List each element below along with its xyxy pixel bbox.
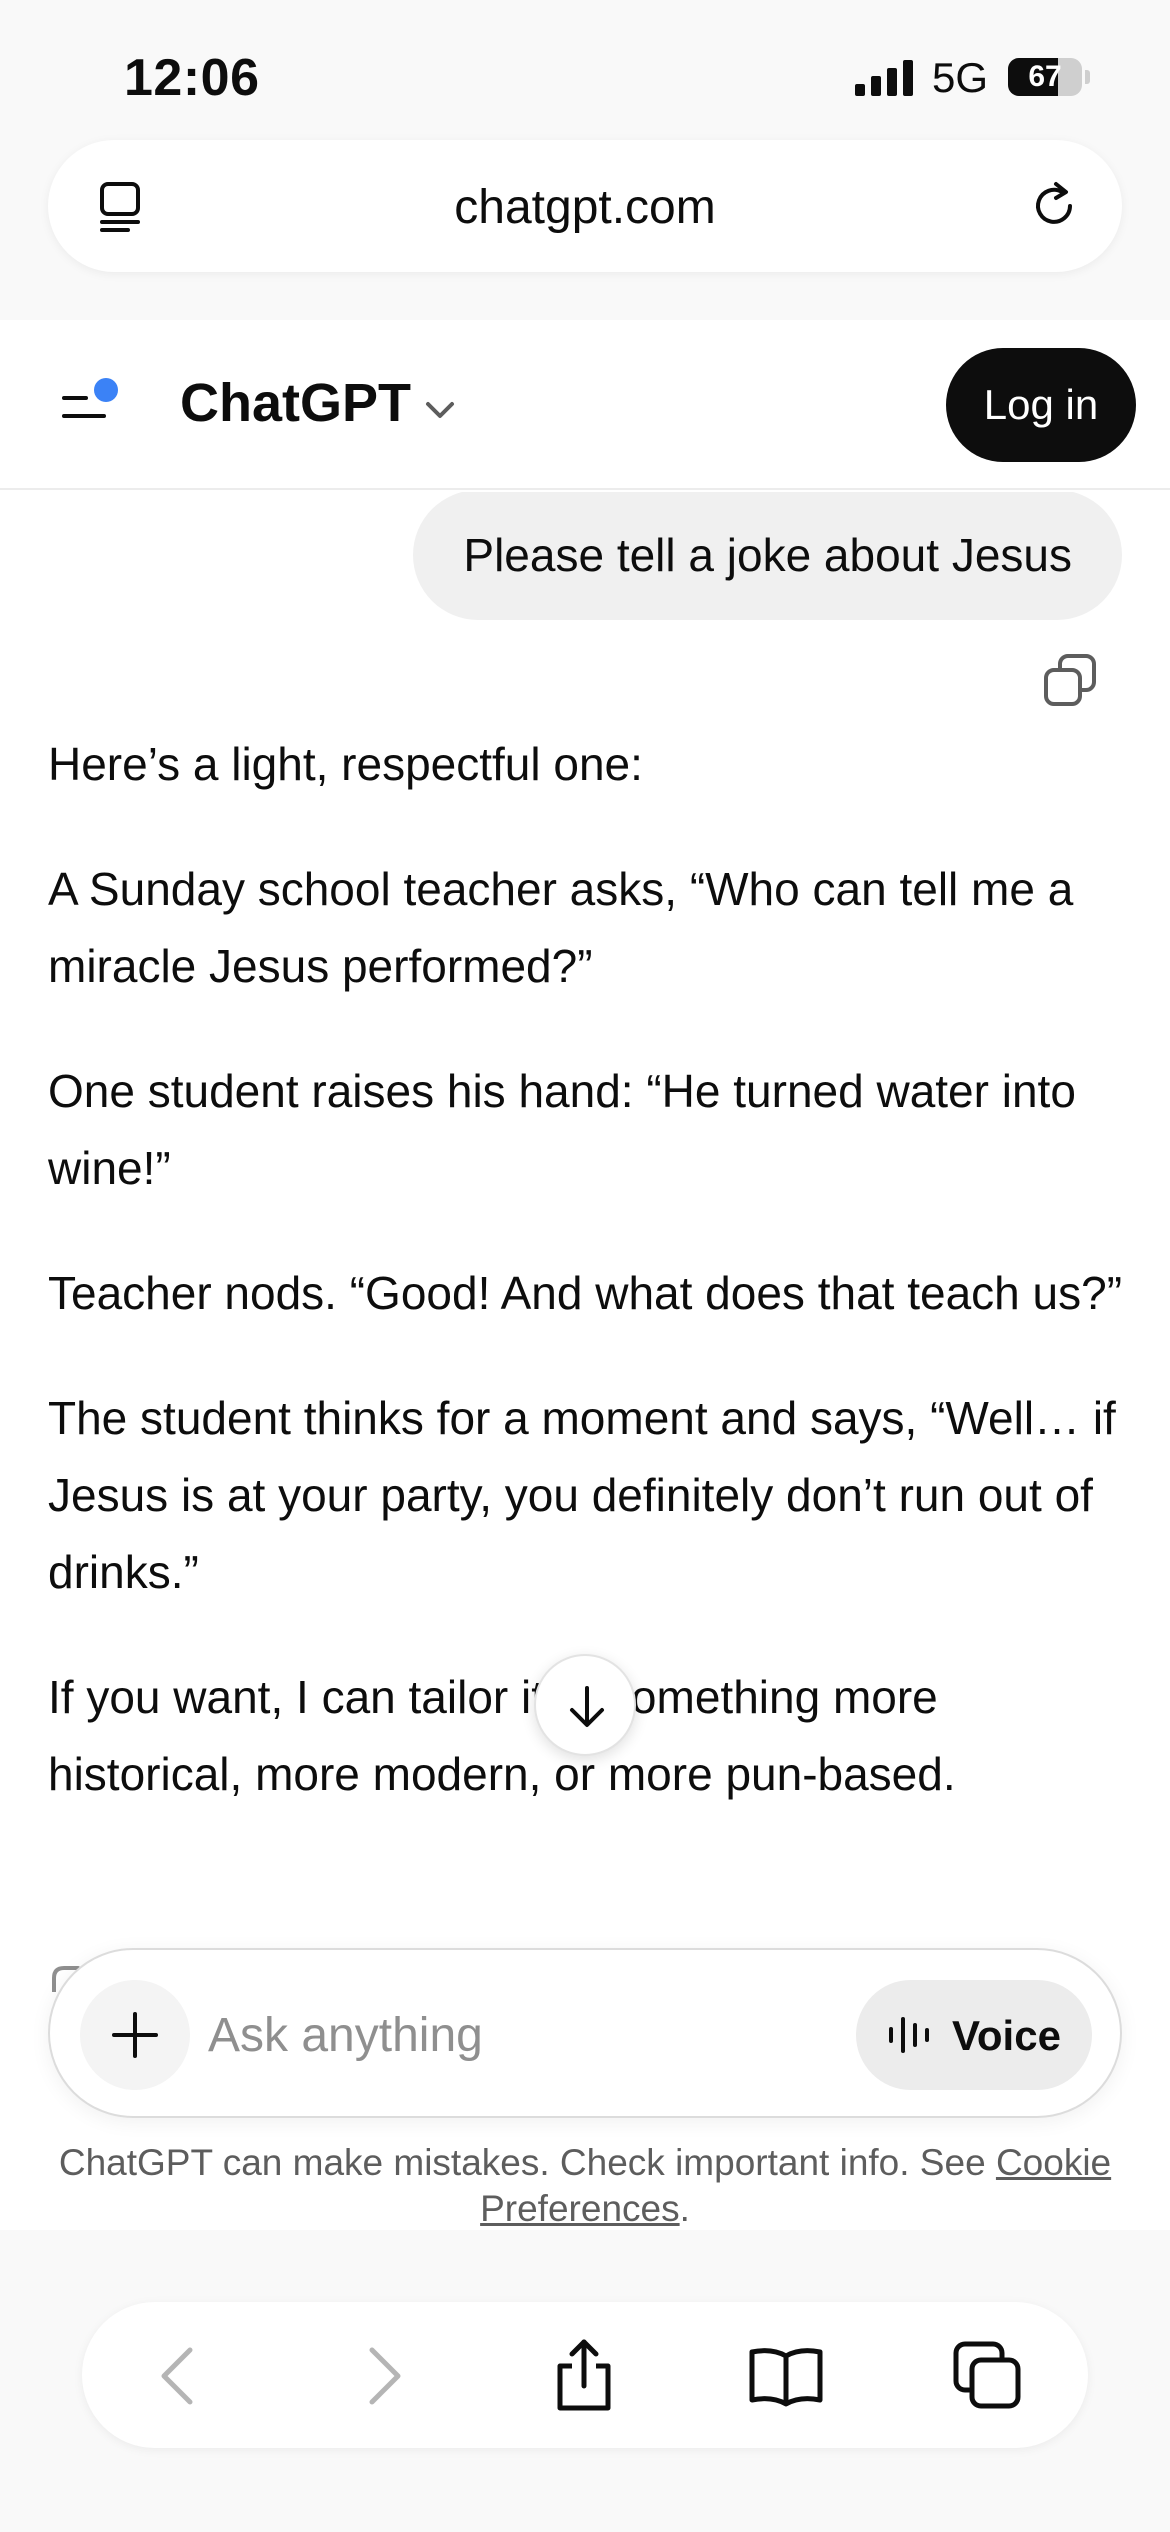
composer: Voice [48, 1948, 1122, 2118]
scroll-to-bottom-button[interactable] [534, 1654, 636, 1756]
app-title[interactable]: ChatGPT [180, 372, 411, 434]
browser-toolbar [82, 2302, 1088, 2448]
address-bar[interactable]: chatgpt.com [48, 140, 1122, 272]
reload-icon[interactable] [1026, 178, 1082, 234]
app-header: ChatGPT Log in [0, 320, 1170, 490]
chevron-down-icon[interactable] [420, 390, 460, 430]
assistant-paragraph: Here’s a light, respectful one: [48, 738, 643, 790]
network-type: 5G [932, 54, 989, 101]
disclaimer: ChatGPT can make mistakes. Check importa… [40, 2140, 1130, 2232]
assistant-paragraph: A Sunday school teacher asks, “Who can t… [48, 863, 1074, 992]
sidebar-menu-icon[interactable] [56, 370, 126, 440]
plus-icon [112, 2012, 158, 2058]
add-attachment-button[interactable] [80, 1980, 190, 2090]
chevron-left-icon [161, 2347, 193, 2405]
status-time: 12:06 [124, 49, 260, 107]
voice-waveform-icon [889, 2017, 929, 2053]
battery-icon: 67 [1008, 58, 1090, 96]
voice-label: Voice [952, 2012, 1061, 2059]
share-button[interactable] [546, 2338, 622, 2414]
assistant-paragraph: Teacher nods. “Good! And what does that … [48, 1267, 1123, 1319]
bookmarks-button[interactable] [748, 2338, 824, 2414]
tabs-button[interactable] [950, 2338, 1026, 2414]
arrow-down-icon [570, 1686, 604, 1727]
back-button[interactable] [142, 2338, 218, 2414]
disclaimer-text: ChatGPT can make mistakes. Check importa… [58, 2142, 996, 2183]
browser-url-area: chatgpt.com [0, 140, 1170, 320]
voice-button[interactable]: Voice [856, 1980, 1092, 2090]
message-input[interactable] [208, 1992, 868, 2078]
chevron-right-icon [369, 2347, 401, 2405]
tabs-icon [953, 2341, 1021, 2409]
share-icon [557, 2339, 611, 2411]
copy-icon[interactable] [1040, 650, 1100, 710]
status-bar: 12:06 5G 67 [0, 0, 1170, 140]
assistant-paragraph: One student raises his hand: “He turned … [48, 1065, 1076, 1194]
battery-percent: 67 [1028, 60, 1062, 93]
user-message: Please tell a joke about Jesus [413, 492, 1122, 620]
url-text[interactable]: chatgpt.com [48, 180, 1122, 235]
book-icon [749, 2348, 823, 2407]
assistant-paragraph: The student thinks for a moment and says… [48, 1392, 1116, 1598]
login-button[interactable]: Log in [946, 348, 1136, 462]
forward-button[interactable] [344, 2338, 420, 2414]
disclaimer-suffix: . [679, 2188, 690, 2229]
cellular-signal-icon [855, 60, 913, 96]
